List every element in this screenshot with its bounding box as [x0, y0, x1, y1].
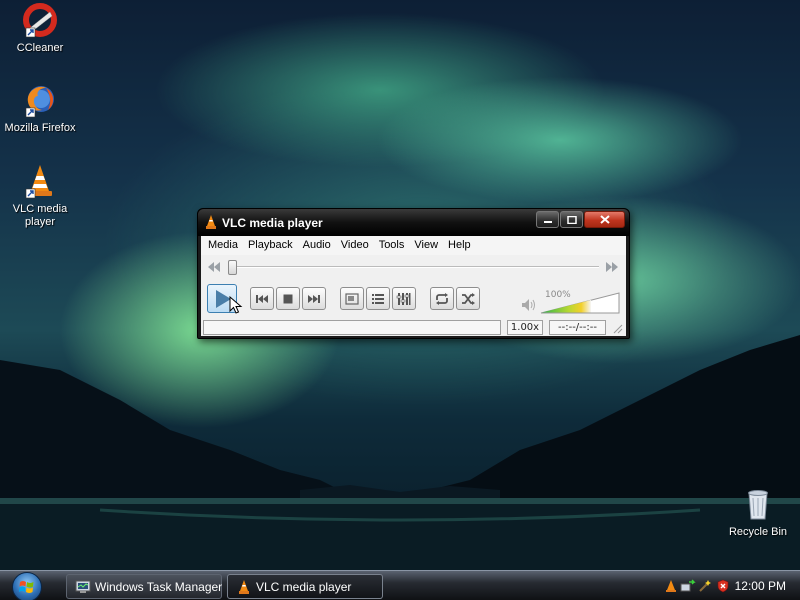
- fullscreen-button[interactable]: [340, 287, 364, 310]
- menubar: Media Playback Audio Video Tools View He…: [201, 236, 626, 255]
- status-bar: 1.00x --:--/--:--: [201, 319, 626, 336]
- taskbar-button-vlc[interactable]: VLC media player: [227, 574, 383, 599]
- vlc-cone-icon: [239, 580, 249, 594]
- ccleaner-icon: [22, 2, 58, 38]
- seek-handle[interactable]: [228, 260, 237, 275]
- time-display[interactable]: --:--/--:--: [549, 320, 606, 335]
- next-button[interactable]: [302, 287, 326, 310]
- maximize-icon: [566, 215, 577, 224]
- menu-audio[interactable]: Audio: [300, 236, 338, 255]
- firefox-icon: [22, 82, 58, 118]
- recycle-bin-icon: [740, 486, 776, 522]
- security-shield-icon[interactable]: [716, 579, 730, 593]
- close-icon: [599, 215, 610, 224]
- start-button[interactable]: [12, 572, 42, 600]
- cursor-icon: [229, 296, 243, 314]
- fast-forward-icon[interactable]: [605, 262, 619, 272]
- menu-tools[interactable]: Tools: [376, 236, 412, 255]
- rewind-icon[interactable]: [207, 262, 221, 272]
- cleanup-wand-icon[interactable]: [698, 579, 712, 593]
- speaker-icon[interactable]: [521, 298, 537, 312]
- menu-help[interactable]: Help: [445, 236, 478, 255]
- skip-forward-icon: [308, 295, 320, 303]
- desktop-icon-label: Mozilla Firefox: [4, 122, 76, 134]
- vlc-client-area: Media Playback Audio Video Tools View He…: [201, 236, 626, 336]
- play-button[interactable]: [207, 284, 243, 314]
- volume-slider[interactable]: [539, 291, 621, 315]
- skip-back-icon: [256, 295, 268, 303]
- windows-logo-icon: [19, 581, 34, 593]
- fullscreen-icon: [345, 293, 359, 305]
- stop-button[interactable]: [276, 287, 300, 310]
- loop-icon: [436, 293, 448, 305]
- seek-bar[interactable]: [231, 266, 599, 268]
- wallpaper-landscape: [0, 335, 800, 570]
- previous-button[interactable]: [250, 287, 274, 310]
- vlc-window[interactable]: VLC media player Media Playback Audio Vi…: [197, 208, 630, 339]
- desktop-icon-firefox[interactable]: Mozilla Firefox: [0, 82, 80, 135]
- playback-speed[interactable]: 1.00x: [507, 320, 543, 335]
- loop-button[interactable]: [430, 287, 454, 310]
- desktop-icon-recycle-bin[interactable]: Recycle Bin: [718, 486, 798, 539]
- status-message: [203, 320, 501, 335]
- stop-icon: [283, 294, 293, 304]
- vlc-titlebar[interactable]: VLC media player: [198, 209, 629, 236]
- desktop-icon-label: VLC media player: [12, 203, 68, 228]
- desktop-icon-ccleaner[interactable]: CCleaner: [0, 2, 80, 55]
- taskbar-button-task-manager[interactable]: Windows Task Manager: [66, 574, 222, 599]
- clock[interactable]: 12:00 PM: [735, 579, 786, 593]
- resize-grip-icon[interactable]: [613, 324, 623, 334]
- network-icon[interactable]: [680, 579, 696, 593]
- system-tray: 12:00 PM: [660, 571, 800, 600]
- playlist-icon: [372, 294, 384, 304]
- desktop-icon-vlc[interactable]: VLC media player: [0, 163, 80, 229]
- close-button[interactable]: [584, 211, 625, 228]
- minimize-icon: [543, 220, 552, 223]
- volume-control[interactable]: 100%: [521, 290, 621, 316]
- taskbar-button-label: VLC media player: [256, 580, 352, 594]
- menu-media[interactable]: Media: [205, 236, 245, 255]
- desktop-icon-label: CCleaner: [16, 42, 64, 54]
- taskbar: Windows Task Manager VLC media player 12…: [0, 570, 800, 600]
- seek-row: [201, 260, 626, 275]
- extended-settings-button[interactable]: [392, 287, 416, 310]
- maximize-button[interactable]: [560, 211, 583, 228]
- equalizer-icon: [396, 293, 411, 305]
- shuffle-button[interactable]: [456, 287, 480, 310]
- playlist-button[interactable]: [366, 287, 390, 310]
- shuffle-icon: [462, 293, 475, 305]
- vlc-cone-icon: [206, 215, 216, 229]
- menu-video[interactable]: Video: [338, 236, 376, 255]
- taskbar-button-label: Windows Task Manager: [95, 580, 223, 594]
- vlc-tray-icon[interactable]: [664, 579, 678, 593]
- menu-view[interactable]: View: [411, 236, 445, 255]
- vlc-cone-icon: [22, 163, 58, 199]
- task-manager-icon: [75, 580, 91, 593]
- minimize-button[interactable]: [536, 211, 559, 228]
- menu-playback[interactable]: Playback: [245, 236, 300, 255]
- window-title: VLC media player: [222, 216, 323, 230]
- desktop-icon-label: Recycle Bin: [728, 526, 788, 538]
